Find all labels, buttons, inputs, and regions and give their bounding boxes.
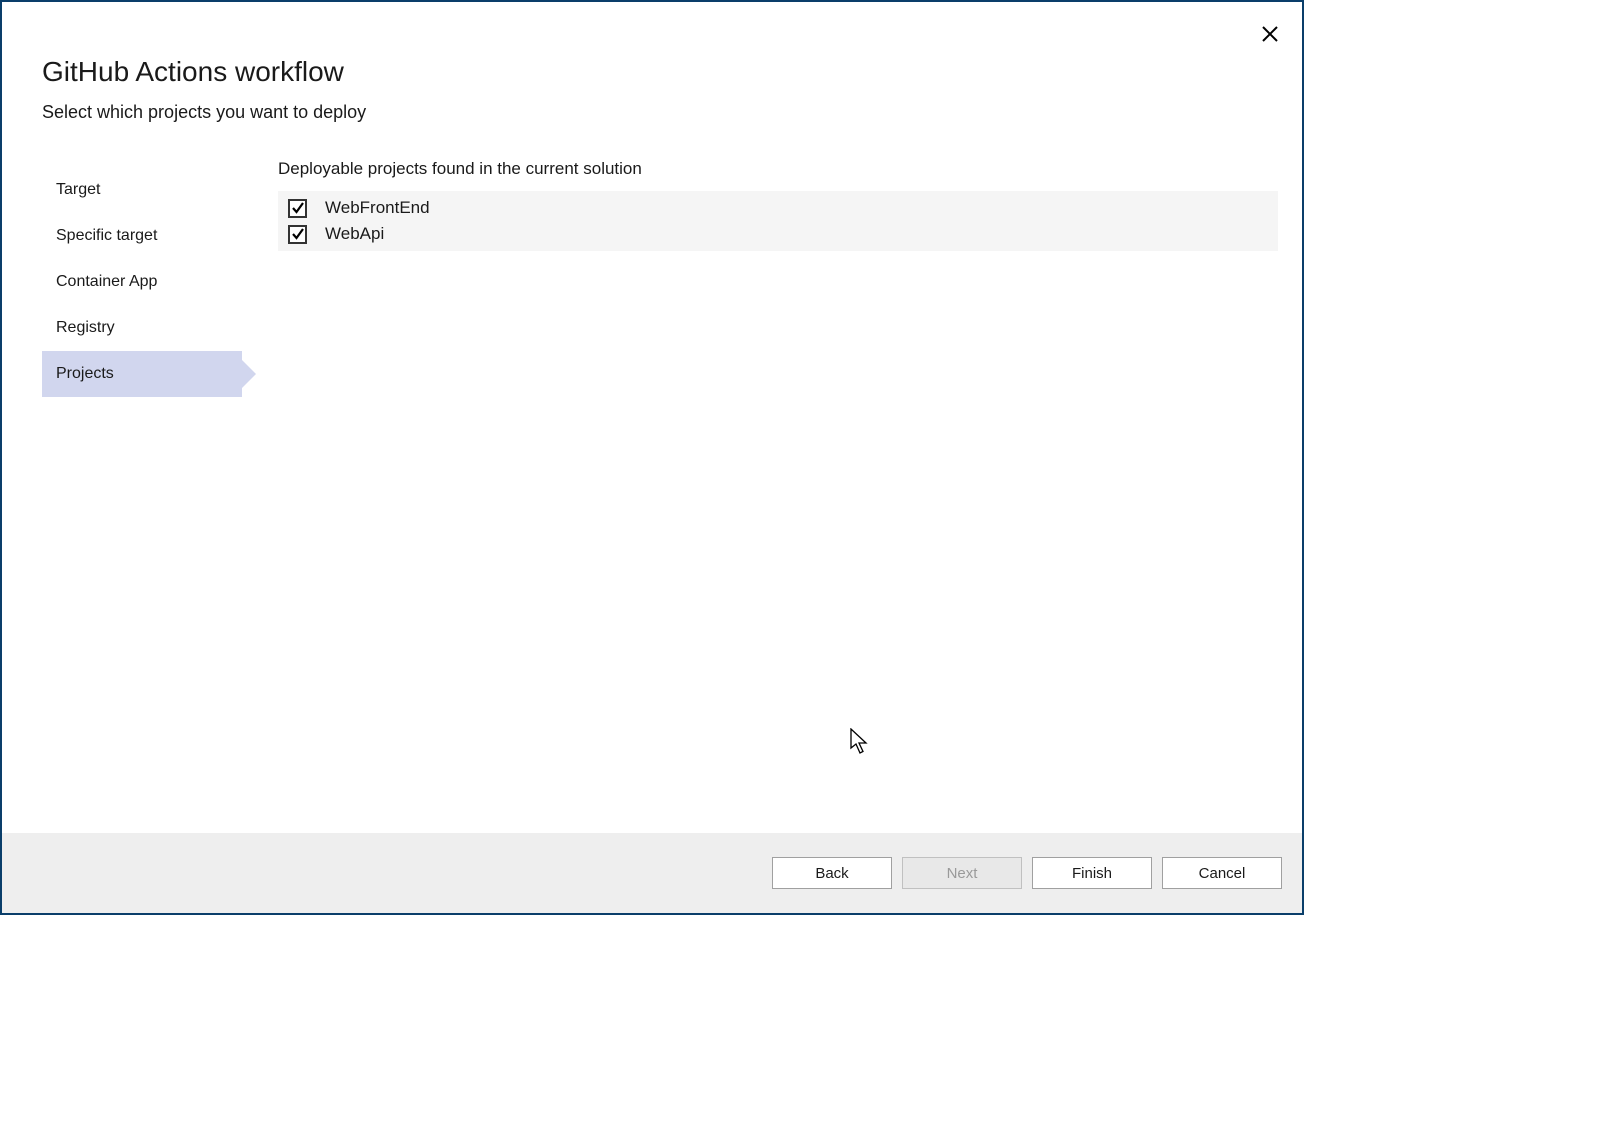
finish-button[interactable]: Finish	[1032, 857, 1152, 889]
dialog-title: GitHub Actions workflow	[42, 56, 1262, 88]
close-button[interactable]	[1260, 24, 1280, 44]
sidebar-item-label: Registry	[56, 319, 115, 336]
sidebar-item-label: Projects	[56, 365, 114, 382]
sidebar-item-label: Target	[56, 181, 100, 198]
sidebar-item-registry[interactable]: Registry	[42, 305, 242, 351]
main-content: Deployable projects found in the current…	[242, 167, 1278, 397]
cancel-button[interactable]: Cancel	[1162, 857, 1282, 889]
dialog-subtitle: Select which projects you want to deploy	[42, 102, 1262, 123]
back-button[interactable]: Back	[772, 857, 892, 889]
sidebar-item-label: Container App	[56, 273, 157, 290]
mouse-cursor-icon	[850, 728, 872, 756]
checkmark-icon	[291, 227, 305, 241]
sidebar-item-target[interactable]: Target	[42, 167, 242, 213]
dialog-footer: Back Next Finish Cancel	[2, 833, 1302, 913]
sidebar-item-container-app[interactable]: Container App	[42, 259, 242, 305]
project-checkbox-webfrontend[interactable]	[288, 199, 307, 218]
dialog-header: GitHub Actions workflow Select which pro…	[2, 2, 1302, 123]
project-checkbox-webapi[interactable]	[288, 225, 307, 244]
sidebar-item-label: Specific target	[56, 227, 157, 244]
checkmark-icon	[291, 201, 305, 215]
close-icon	[1262, 26, 1278, 42]
sidebar-item-projects[interactable]: Projects	[42, 351, 242, 397]
project-row: WebFrontEnd	[278, 195, 1278, 221]
next-button[interactable]: Next	[902, 857, 1022, 889]
sidebar-item-specific-target[interactable]: Specific target	[42, 213, 242, 259]
project-list: WebFrontEnd WebApi	[278, 191, 1278, 251]
wizard-sidebar: Target Specific target Container App Reg…	[42, 167, 242, 397]
project-name: WebFrontEnd	[325, 198, 430, 218]
section-title: Deployable projects found in the current…	[278, 159, 1278, 179]
project-row: WebApi	[278, 221, 1278, 247]
project-name: WebApi	[325, 224, 384, 244]
